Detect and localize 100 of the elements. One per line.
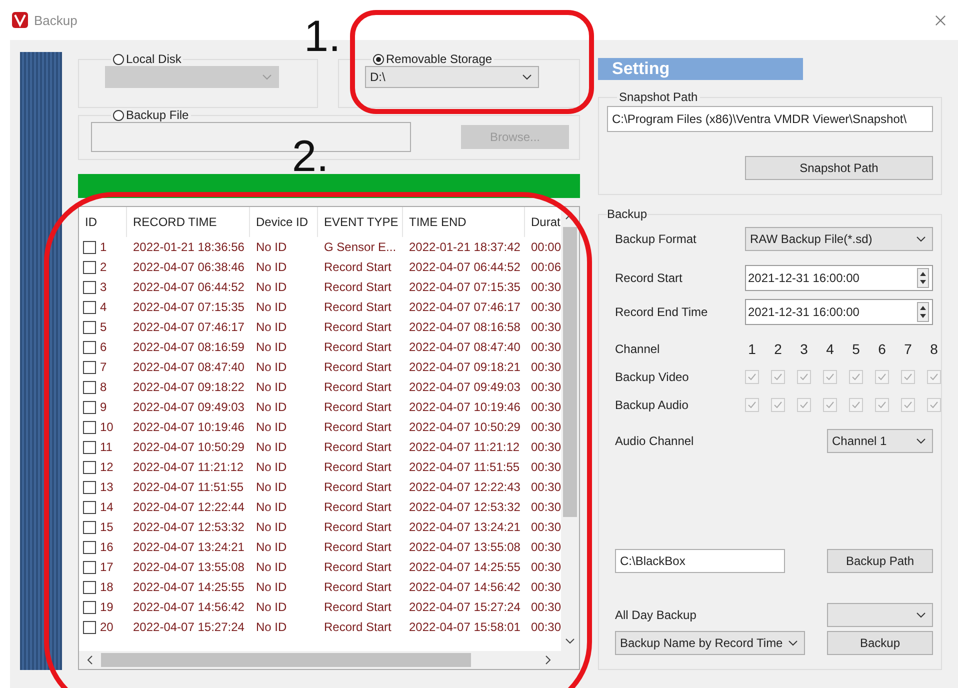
table-cell-text: Record Start xyxy=(323,340,392,354)
spin-arrows-icon[interactable] xyxy=(917,302,929,322)
table-cell-text: 00:30 xyxy=(530,540,561,554)
table-cell-text: 00:30 xyxy=(530,600,561,614)
row-checkbox[interactable] xyxy=(83,580,96,594)
record-start-field[interactable]: 2021-12-31 16:00:00 xyxy=(745,265,933,291)
row-checkbox[interactable] xyxy=(83,380,96,394)
horizontal-scrollbar[interactable] xyxy=(79,651,579,669)
table-cell-text: 2022-04-07 14:56:42 xyxy=(408,580,522,594)
table-cell-text: 2022-01-21 18:37:42 xyxy=(408,240,522,254)
chevron-down-icon[interactable] xyxy=(916,236,926,242)
backup-path-field[interactable]: C:\BlackBox xyxy=(615,549,785,573)
table-cell-text: 2022-04-07 10:19:46 xyxy=(132,420,246,434)
arrow-left-icon[interactable] xyxy=(87,655,93,665)
table-cell: 12 xyxy=(100,460,114,474)
row-checkbox[interactable] xyxy=(83,420,96,434)
channel-number: 4 xyxy=(825,341,835,357)
backup-path-button[interactable]: Backup Path xyxy=(827,549,933,573)
chevron-down-icon[interactable] xyxy=(788,640,798,646)
chevron-down-icon[interactable] xyxy=(522,74,532,80)
arrow-down-icon[interactable] xyxy=(565,638,575,644)
backup-button[interactable]: Backup xyxy=(827,631,933,655)
vertical-scrollbar[interactable] xyxy=(561,207,579,651)
table-cell-text: Record Start xyxy=(323,420,392,434)
table-cell-text: Record Start xyxy=(323,540,392,554)
local-disk-radio[interactable]: Local Disk xyxy=(113,52,182,66)
table-cell-text: 00:00 xyxy=(530,240,561,254)
table-cell: 9 xyxy=(100,400,107,414)
table-cell-text: No ID xyxy=(255,500,288,514)
table-cell-text: Record Start xyxy=(323,560,392,574)
row-checkbox[interactable] xyxy=(83,620,96,634)
table-cell-text: 2022-01-21 18:36:56 xyxy=(132,240,246,254)
checkmark-icon xyxy=(772,371,784,383)
table-cell-text: 2022-04-07 10:50:29 xyxy=(408,420,522,434)
chevron-down-icon[interactable] xyxy=(916,612,926,618)
drive-dropdown[interactable]: D:\ xyxy=(365,66,539,88)
table-cell-text: 2022-04-07 09:18:21 xyxy=(408,360,522,374)
row-checkbox[interactable] xyxy=(83,500,96,514)
record-end-field[interactable]: 2021-12-31 16:00:00 xyxy=(745,299,933,325)
table-cell-text: 2022-04-07 07:15:35 xyxy=(408,280,522,294)
column-header[interactable]: EVENT TYPE xyxy=(318,207,403,237)
row-checkbox[interactable] xyxy=(83,320,96,334)
backup-name-dropdown[interactable]: Backup Name by Record Time xyxy=(615,631,805,655)
table-cell-text: 2022-04-07 11:21:12 xyxy=(408,440,521,454)
checkmark-icon xyxy=(824,371,836,383)
row-checkbox[interactable] xyxy=(83,560,96,574)
table-cell-text: No ID xyxy=(255,360,288,374)
chevron-down-icon[interactable] xyxy=(916,438,926,444)
audio-channel-dropdown[interactable]: Channel 1 xyxy=(827,429,933,453)
table-cell-text: Record Start xyxy=(323,260,392,274)
snapshot-path-field[interactable]: C:\Program Files (x86)\Ventra VMDR Viewer\Snapshot\ xyxy=(607,106,933,132)
row-checkbox[interactable] xyxy=(83,460,96,474)
row-checkbox[interactable] xyxy=(83,240,96,254)
table-cell-text: Record Start xyxy=(323,320,392,334)
table-cell-text: No ID xyxy=(255,560,288,574)
column-header[interactable]: TIME END xyxy=(403,207,525,237)
backup-audio-label: Backup Audio xyxy=(615,398,690,412)
row-checkbox[interactable] xyxy=(83,440,96,454)
column-header[interactable]: RECORD TIME xyxy=(127,207,250,237)
table-cell-text: 00:30 xyxy=(530,460,561,474)
table-cell: 8 xyxy=(100,380,107,394)
row-checkbox[interactable] xyxy=(83,520,96,534)
checkmark-icon xyxy=(876,371,888,383)
table-cell-text: 2022-04-07 10:50:29 xyxy=(132,440,246,454)
table-cell: 2 xyxy=(100,260,107,274)
row-checkbox[interactable] xyxy=(83,360,96,374)
row-checkbox[interactable] xyxy=(83,260,96,274)
row-checkbox[interactable] xyxy=(83,540,96,554)
table-cell-text: Record Start xyxy=(323,360,392,374)
column-header[interactable]: ID xyxy=(79,207,127,237)
record-end-label: Record End Time xyxy=(615,305,708,319)
table-cell-text: Record Start xyxy=(323,300,392,314)
spin-arrows-icon[interactable] xyxy=(917,268,929,288)
table-cell-text: 2022-04-07 07:46:17 xyxy=(408,300,522,314)
checkmark-icon xyxy=(850,371,862,383)
table-cell-text: 2022-04-07 07:15:35 xyxy=(132,300,246,314)
backup-format-dropdown[interactable]: RAW Backup File(*.sd) xyxy=(745,227,933,251)
table-cell-text: 2022-04-07 13:24:21 xyxy=(132,540,246,554)
removable-storage-radio[interactable]: Removable Storage xyxy=(373,52,492,66)
row-checkbox[interactable] xyxy=(83,300,96,314)
channel-label: Channel xyxy=(615,342,661,356)
row-checkbox[interactable] xyxy=(83,600,96,614)
table-cell-text: 2022-04-07 13:55:08 xyxy=(408,540,522,554)
table-cell-text: 00:30 xyxy=(530,520,561,534)
backup-file-radio[interactable]: Backup File xyxy=(113,108,189,122)
channel-number: 6 xyxy=(877,341,887,357)
column-header[interactable]: Device ID xyxy=(250,207,318,237)
row-checkbox[interactable] xyxy=(83,400,96,414)
row-checkbox[interactable] xyxy=(83,340,96,354)
row-checkbox[interactable] xyxy=(83,280,96,294)
table-cell-text: 2022-04-07 12:53:32 xyxy=(408,500,522,514)
table-cell-text: 2022-04-07 11:51:55 xyxy=(132,480,245,494)
window-title: Backup xyxy=(34,12,78,28)
close-icon[interactable] xyxy=(935,14,946,26)
table-cell-text: 2022-04-07 12:22:43 xyxy=(408,480,522,494)
all-day-backup-label: All Day Backup xyxy=(615,608,696,622)
snapshot-path-button[interactable]: Snapshot Path xyxy=(745,156,933,180)
arrow-right-icon[interactable] xyxy=(545,655,551,665)
table-cell-text: No ID xyxy=(255,480,288,494)
row-checkbox[interactable] xyxy=(83,480,96,494)
